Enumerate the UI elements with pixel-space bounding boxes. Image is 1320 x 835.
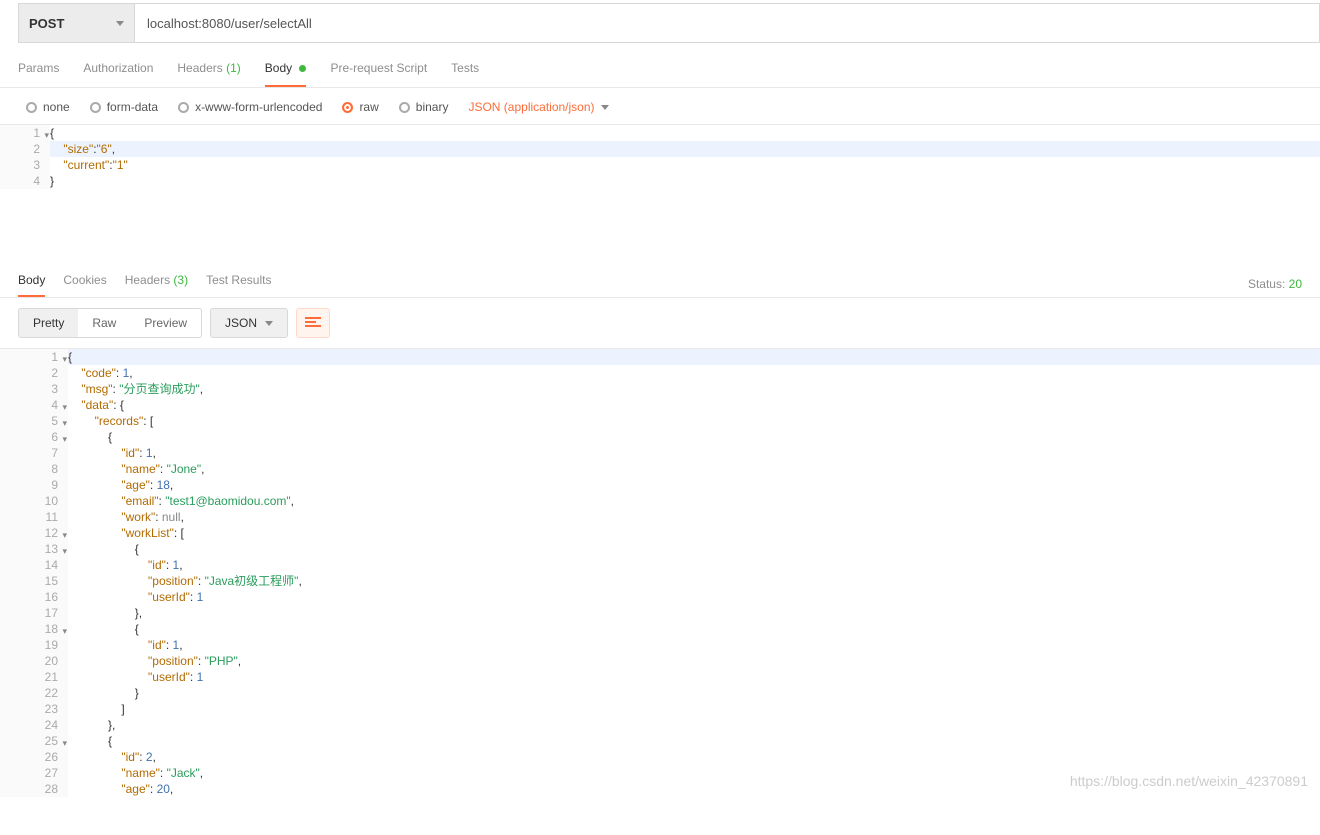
response-tab-headers-count: (3) [173,273,188,287]
url-input[interactable]: localhost:8080/user/selectAll [135,4,1319,42]
view-preview-button[interactable]: Preview [130,309,201,337]
line-number: 10 [0,493,68,509]
line-number: 7 [0,445,68,461]
radio-binary[interactable]: binary [399,100,449,114]
chevron-down-icon [265,321,273,326]
tab-authorization[interactable]: Authorization [83,61,153,87]
radio-dot-icon [342,102,353,113]
line-number: 17 [0,605,68,621]
url-value: localhost:8080/user/selectAll [147,16,312,31]
line-number: 18▾ [0,621,68,637]
response-tab-test-results[interactable]: Test Results [206,273,271,297]
radio-dot-icon [399,102,410,113]
line-number: 22 [0,685,68,701]
status-line: Status: 20 [1248,277,1302,297]
request-body-editor[interactable]: 1▾{ 2 "size":"6", 3 "current":"1" 4} [0,124,1320,269]
response-view-toolbar: Pretty Raw Preview JSON [0,298,1320,348]
response-tab-cookies[interactable]: Cookies [63,273,106,297]
response-header: Body Cookies Headers (3) Test Results St… [0,269,1320,298]
radio-dot-icon [90,102,101,113]
response-tab-headers[interactable]: Headers (3) [125,273,188,297]
radio-dot-icon [26,102,37,113]
line-number: 26 [0,749,68,765]
wrap-lines-button[interactable] [296,308,330,338]
tab-headers-label: Headers [177,61,222,75]
line-number: 1▾ [0,125,50,141]
line-number: 2 [0,141,50,157]
body-modified-dot-icon [299,65,306,72]
tab-params[interactable]: Params [18,61,59,87]
line-number: 6▾ [0,429,68,445]
line-number: 13▾ [0,541,68,557]
line-number: 1▾ [0,349,68,365]
line-number: 28 [0,781,68,797]
radio-xwww[interactable]: x-www-form-urlencoded [178,100,322,114]
line-number: 4▾ [0,397,68,413]
line-number: 19 [0,637,68,653]
line-number: 4 [0,173,50,189]
radio-form-data[interactable]: form-data [90,100,158,114]
http-method-value: POST [29,16,64,31]
view-pretty-button[interactable]: Pretty [19,309,78,337]
line-number: 16 [0,589,68,605]
tab-body-label: Body [265,61,292,75]
line-number: 21 [0,669,68,685]
tab-prerequest[interactable]: Pre-request Script [330,61,427,87]
body-type-selector: none form-data x-www-form-urlencoded raw… [0,88,1320,124]
tab-tests[interactable]: Tests [451,61,479,87]
chevron-down-icon [116,21,124,26]
view-raw-button[interactable]: Raw [78,309,130,337]
line-number: 12▾ [0,525,68,541]
view-mode-group: Pretty Raw Preview [18,308,202,338]
format-value: JSON [225,316,257,330]
tab-headers[interactable]: Headers (1) [177,61,240,87]
line-number: 11 [0,509,68,525]
http-method-select[interactable]: POST [19,4,135,42]
response-tab-headers-label: Headers [125,273,170,287]
format-select[interactable]: JSON [210,308,288,338]
line-number: 5▾ [0,413,68,429]
line-number: 3 [0,157,50,173]
line-number: 27 [0,765,68,781]
status-label: Status: [1248,277,1285,291]
line-number: 8 [0,461,68,477]
radio-dot-icon [178,102,189,113]
chevron-down-icon [601,105,609,110]
response-tabs: Body Cookies Headers (3) Test Results [18,273,271,297]
line-number: 3 [0,381,68,397]
radio-raw[interactable]: raw [342,100,378,114]
content-type-select[interactable]: JSON (application/json) [468,100,608,114]
line-number: 25▾ [0,733,68,749]
line-number: 23 [0,701,68,717]
response-body-editor[interactable]: 1▾{ 2 "code": 1, 3 "msg": "分页查询成功", 4▾ "… [0,348,1320,797]
line-number: 15 [0,573,68,589]
request-url-bar: POST localhost:8080/user/selectAll [18,3,1320,43]
line-number: 20 [0,653,68,669]
response-tab-body[interactable]: Body [18,273,45,297]
tab-headers-count: (1) [226,61,241,75]
request-tabs: Params Authorization Headers (1) Body Pr… [0,43,1320,88]
status-code: 20 [1289,277,1302,291]
content-type-value: JSON (application/json) [468,100,594,114]
wrap-lines-icon [305,317,321,329]
line-number: 24 [0,717,68,733]
tab-body[interactable]: Body [265,61,307,87]
line-number: 2 [0,365,68,381]
radio-none[interactable]: none [26,100,70,114]
line-number: 9 [0,477,68,493]
line-number: 14 [0,557,68,573]
